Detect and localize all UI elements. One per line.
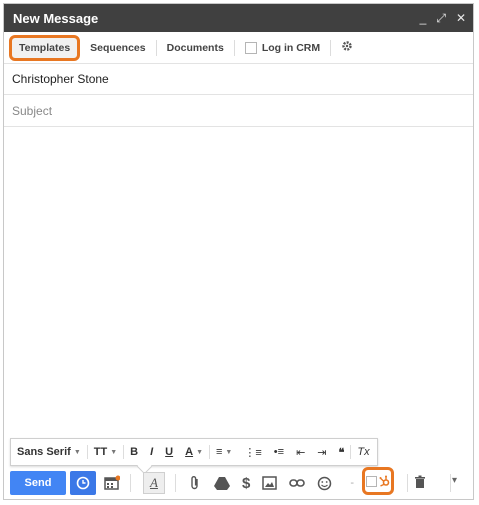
hubspot-tracking-control[interactable] xyxy=(362,467,394,495)
italic-icon: I xyxy=(150,446,154,458)
link-icon[interactable] xyxy=(289,478,306,488)
more-options-icon[interactable]: ▾ xyxy=(452,475,457,486)
subject-field[interactable]: Subject xyxy=(4,95,473,127)
photo-icon[interactable] xyxy=(262,476,278,490)
bulleted-list-icon: •≡ xyxy=(273,446,285,458)
text-color-button[interactable]: A ▼ xyxy=(179,446,209,458)
quote-icon: ❝ xyxy=(338,446,345,459)
tracking-checkbox[interactable] xyxy=(366,475,377,487)
clock-icon xyxy=(76,476,90,490)
close-icon[interactable]: ✕ xyxy=(456,12,466,24)
popout-icon[interactable]: ⤢ xyxy=(436,12,446,24)
log-in-crm-label[interactable]: Log in CRM xyxy=(262,42,320,54)
hubspot-toolbar: Templates Sequences Documents Log in CRM xyxy=(4,32,473,64)
to-field[interactable]: Christopher Stone xyxy=(4,63,473,95)
clear-formatting-button[interactable]: Tx xyxy=(351,446,375,458)
chevron-down-icon: ▼ xyxy=(110,448,118,456)
divider xyxy=(330,39,332,56)
quote-button[interactable]: ❝ xyxy=(333,446,351,459)
bulleted-list-button[interactable]: •≡ xyxy=(268,446,290,458)
divider xyxy=(130,474,131,492)
indent-less-icon: ⇤ xyxy=(296,446,306,459)
chevron-down-icon: ▼ xyxy=(225,448,233,456)
send-button[interactable]: Send xyxy=(10,471,66,495)
dash-text: - xyxy=(350,477,355,489)
trash-icon[interactable] xyxy=(414,475,426,489)
divider xyxy=(407,474,408,492)
compose-window: New Message _ ⤢ ✕ Templates Sequences Do… xyxy=(3,3,474,500)
divider xyxy=(450,474,451,492)
font-label: Sans Serif xyxy=(17,446,71,458)
dollar-icon[interactable]: $ xyxy=(242,475,250,492)
message-body[interactable] xyxy=(4,127,473,432)
clear-formatting-icon: Tx xyxy=(357,446,370,458)
align-icon: ≡ xyxy=(216,446,223,458)
underline-button[interactable]: U xyxy=(159,446,179,458)
drive-icon[interactable] xyxy=(214,476,230,490)
bold-button[interactable]: B xyxy=(124,446,144,458)
compose-titlebar[interactable]: New Message _ ⤢ ✕ xyxy=(4,4,473,32)
bold-icon: B xyxy=(130,446,139,458)
indent-more-icon: ⇥ xyxy=(317,446,327,459)
log-in-crm-checkbox[interactable] xyxy=(244,41,257,54)
window-controls: _ ⤢ ✕ xyxy=(420,12,466,24)
attach-icon[interactable] xyxy=(188,475,202,491)
chevron-down-icon: ▼ xyxy=(196,448,203,456)
text-color-icon: A xyxy=(185,446,194,458)
hubspot-sprocket-icon xyxy=(379,475,390,487)
divider xyxy=(175,474,176,492)
sequences-button[interactable]: Sequences xyxy=(80,42,155,54)
underline-icon: U xyxy=(165,446,174,458)
formatting-options-button[interactable]: A xyxy=(143,472,165,494)
numbered-list-button[interactable]: ⋮≡ xyxy=(238,446,267,459)
text-size-icon: TT xyxy=(93,446,108,458)
minimize-icon[interactable]: _ xyxy=(420,12,427,24)
compose-bottom-toolbar: Send A $ - ▾ xyxy=(4,466,473,500)
gear-icon[interactable] xyxy=(341,40,353,55)
chevron-down-icon: ▼ xyxy=(73,448,81,456)
templates-button[interactable]: Templates xyxy=(9,34,81,61)
schedule-send-button[interactable] xyxy=(70,471,96,495)
font-size-select[interactable]: TT ▼ xyxy=(88,446,123,458)
emoji-icon[interactable] xyxy=(317,476,332,491)
numbered-list-icon: ⋮≡ xyxy=(244,446,262,459)
align-button[interactable]: ≡ ▼ xyxy=(210,446,238,458)
compose-title: New Message xyxy=(13,10,99,26)
meeting-calendar-icon[interactable] xyxy=(104,475,120,491)
indent-less-button[interactable]: ⇤ xyxy=(290,446,311,459)
documents-button[interactable]: Documents xyxy=(157,42,234,54)
formatting-toolbar: Sans Serif ▼ TT ▼ B I U A ▼ ≡ ▼ ⋮≡ •≡ ⇤ ⇥ ❝ … xyxy=(10,438,378,475)
divider xyxy=(233,39,235,56)
indent-more-button[interactable]: ⇥ xyxy=(311,446,332,459)
font-family-select[interactable]: Sans Serif ▼ xyxy=(11,446,87,458)
italic-button[interactable]: I xyxy=(144,446,159,458)
